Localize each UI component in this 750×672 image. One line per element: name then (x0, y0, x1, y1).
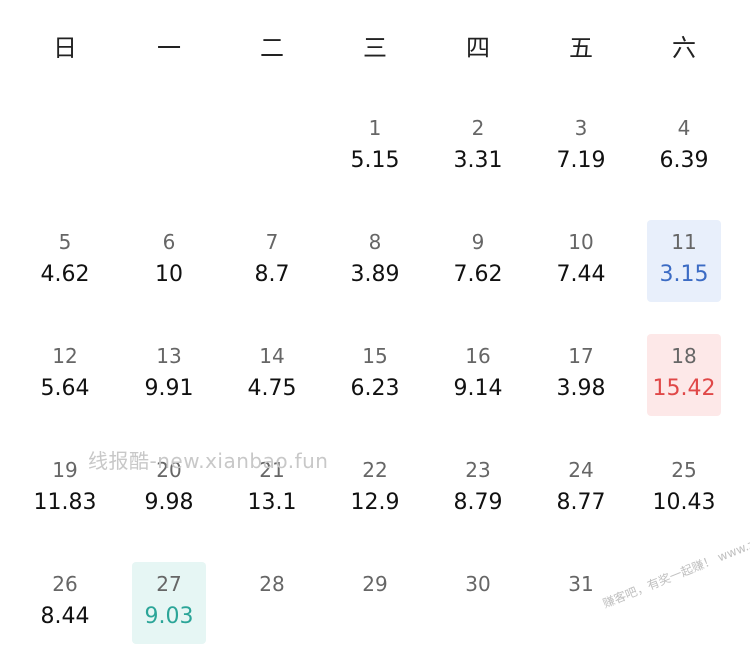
day-number: 24 (568, 458, 594, 482)
watermark-text: 线报酷-new.xianbao.fun (88, 449, 329, 473)
day-value: 15.42 (652, 376, 716, 401)
weekday-label: 二 (260, 34, 284, 62)
calendar-day-cell[interactable]: 7 8.7 (220, 230, 324, 330)
day-number: 15 (362, 344, 388, 368)
calendar-day-cell[interactable]: 13 9.91 (117, 344, 221, 444)
calendar-day-cell[interactable]: 12 5.64 (13, 344, 117, 444)
day-value: 3.89 (350, 262, 400, 287)
day-value: 8.44 (40, 604, 90, 629)
day-value: 11.83 (33, 490, 97, 515)
day-number: 9 (471, 230, 485, 254)
calendar-day-cell[interactable]: 17 3.98 (529, 344, 633, 444)
calendar-day-cell[interactable]: 5 4.62 (13, 230, 117, 330)
calendar-day-cell[interactable]: 6 10 (117, 230, 221, 330)
day-number: 29 (362, 572, 388, 596)
day-number: 23 (465, 458, 491, 482)
calendar-day-cell[interactable]: 14 4.75 (220, 344, 324, 444)
day-number: 12 (52, 344, 78, 368)
calendar-day-cell[interactable]: 31 (529, 572, 633, 672)
day-number: 25 (671, 458, 697, 482)
day-number: 1 (368, 116, 382, 140)
weekday-label: 一 (157, 34, 181, 62)
day-value: 13.1 (247, 490, 297, 515)
calendar-day-cell[interactable]: 16 9.14 (426, 344, 530, 444)
day-value: 7.62 (453, 262, 503, 287)
calendar-day-cell[interactable]: 30 (426, 572, 530, 672)
day-value: 10 (155, 262, 183, 287)
day-number: 7 (265, 230, 279, 254)
weekday-label: 六 (672, 34, 696, 62)
day-number: 16 (465, 344, 491, 368)
day-value: 9.14 (453, 376, 503, 401)
day-number: 4 (677, 116, 691, 140)
calendar-day-cell[interactable]: 26 8.44 (13, 572, 117, 672)
calendar-day-cell[interactable]: 29 (323, 572, 427, 672)
day-value: 9.98 (144, 490, 194, 515)
calendar-day-cell[interactable]: 3 7.19 (529, 116, 633, 216)
day-value: 6.39 (659, 148, 709, 173)
calendar-day-cell[interactable]: 23 8.79 (426, 458, 530, 558)
day-number: 13 (156, 344, 182, 368)
day-value: 9.91 (144, 376, 194, 401)
calendar-day-cell[interactable]: 15 6.23 (323, 344, 427, 444)
day-value: 6.23 (350, 376, 400, 401)
weekday-header: 日一二三四五六 (0, 0, 750, 90)
day-value: 7.44 (556, 262, 606, 287)
calendar-day-cell[interactable]: 24 8.77 (529, 458, 633, 558)
day-value: 3.98 (556, 376, 606, 401)
calendar-day-cell[interactable]: 11 3.15 (632, 220, 736, 330)
day-number: 11 (671, 230, 697, 254)
calendar: 日一二三四五六 1 5.15 2 3.31 3 7.19 4 6.39 5 4.62 6 10 7 8.7… (0, 0, 750, 665)
day-number: 2 (471, 116, 485, 140)
day-number: 18 (671, 344, 697, 368)
calendar-day-cell[interactable]: 4 6.39 (632, 116, 736, 216)
day-number: 5 (58, 230, 72, 254)
day-value: 10.43 (652, 490, 716, 515)
calendar-day-cell[interactable]: 27 9.03 (117, 562, 221, 672)
day-value: 7.19 (556, 148, 606, 173)
weekday-label: 四 (466, 34, 490, 62)
day-value: 12.9 (350, 490, 400, 515)
calendar-day-cell[interactable]: 10 7.44 (529, 230, 633, 330)
calendar-day-cell[interactable]: 18 15.42 (632, 334, 736, 444)
weekday-label: 日 (53, 34, 77, 62)
day-value: 4.75 (247, 376, 297, 401)
day-number: 8 (368, 230, 382, 254)
day-value: 9.03 (144, 604, 194, 629)
day-value: 5.15 (350, 148, 400, 173)
day-number: 27 (156, 572, 182, 596)
calendar-day-cell[interactable]: 25 10.43 (632, 458, 736, 558)
day-value: 5.64 (40, 376, 90, 401)
weekday-label: 五 (569, 34, 593, 62)
day-value: 8.79 (453, 490, 503, 515)
day-number: 3 (574, 116, 588, 140)
day-value: 4.62 (40, 262, 90, 287)
day-value: 8.7 (254, 262, 290, 287)
day-number: 6 (162, 230, 176, 254)
day-value: 3.15 (659, 262, 709, 287)
calendar-day-cell[interactable]: 8 3.89 (323, 230, 427, 330)
calendar-day-cell[interactable]: 2 3.31 (426, 116, 530, 216)
weekday-label: 三 (363, 34, 387, 62)
day-number: 17 (568, 344, 594, 368)
day-number: 14 (259, 344, 285, 368)
day-number: 22 (362, 458, 388, 482)
day-number: 30 (465, 572, 491, 596)
day-number: 26 (52, 572, 78, 596)
day-number: 28 (259, 572, 285, 596)
day-number: 10 (568, 230, 594, 254)
calendar-day-cell[interactable]: 9 7.62 (426, 230, 530, 330)
calendar-day-cell[interactable]: 28 (220, 572, 324, 672)
day-value: 3.31 (453, 148, 503, 173)
calendar-day-cell[interactable]: 1 5.15 (323, 116, 427, 216)
calendar-day-cell[interactable]: 22 12.9 (323, 458, 427, 558)
day-value: 8.77 (556, 490, 606, 515)
